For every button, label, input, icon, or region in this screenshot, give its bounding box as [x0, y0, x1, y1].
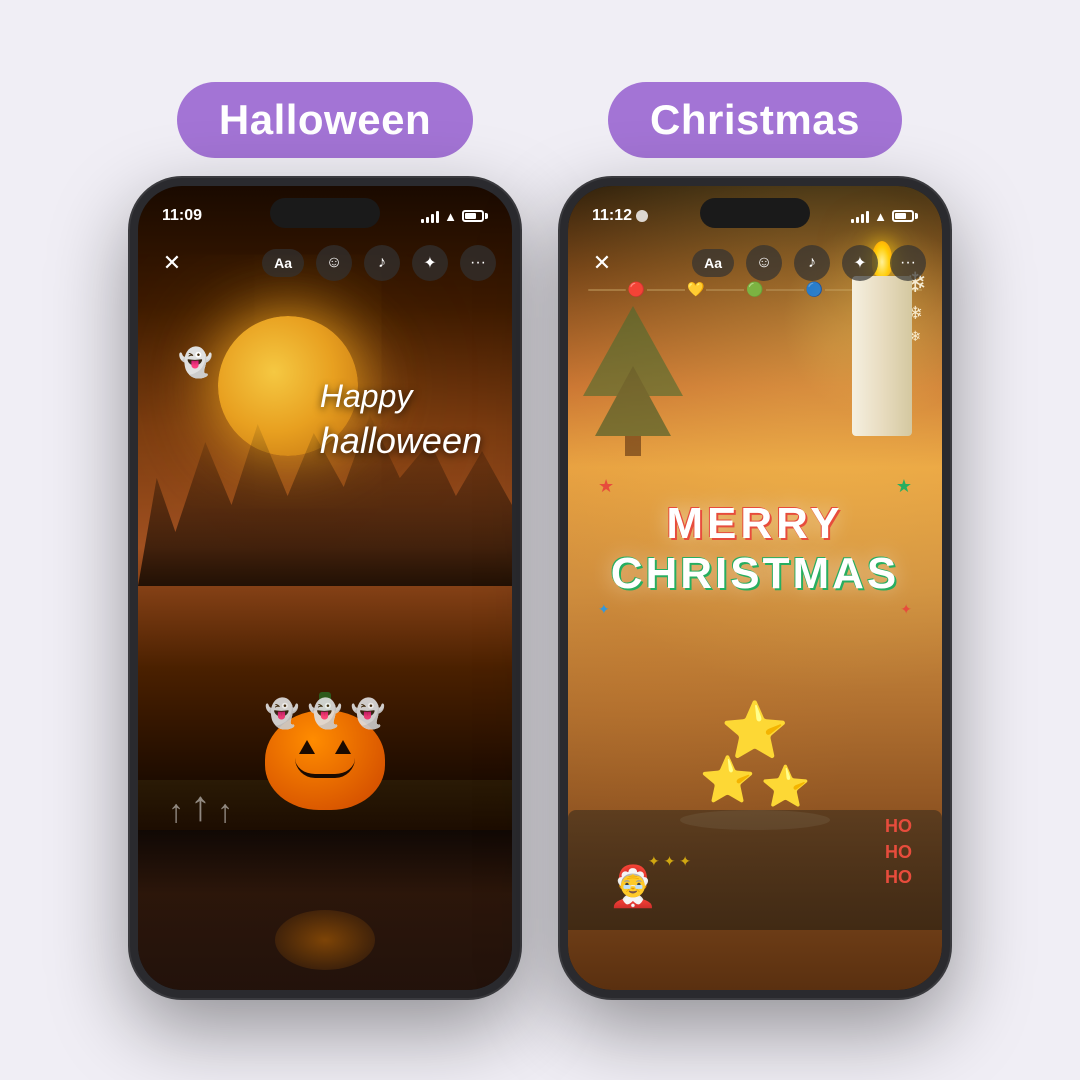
wifi-icon: ▲	[444, 209, 457, 224]
christmas-section: Christmas 🔴 💛	[560, 82, 950, 998]
silent-button	[130, 306, 133, 341]
halloween-close-btn[interactable]: ✕	[154, 245, 190, 281]
power-button	[517, 326, 520, 396]
christmas-time: 11:12	[592, 207, 632, 225]
christmas-toolbar: ✕ Aa ☺ ♪ ✦ ···	[568, 238, 942, 288]
halloween-screen: Happy halloween 👻 👻 👻 👻 ↑ ↑	[138, 186, 512, 990]
ghost-row: 👻 👻 👻	[265, 697, 386, 730]
arrow-2: ↑	[190, 782, 211, 830]
halloween-sparkle-btn[interactable]: ✦	[412, 245, 448, 281]
christmas-emoji-btn[interactable]: ☺	[746, 245, 782, 281]
pumpkin-reflection-glow	[275, 910, 375, 970]
pumpkin-face	[280, 740, 370, 778]
ghost-2: 👻	[308, 697, 343, 730]
pumpkin-eye-right	[335, 740, 351, 754]
christmas-volume-down-button	[560, 426, 563, 481]
plus-deco-left: ✦	[598, 601, 610, 618]
single-ghost-sticker: 👻	[178, 346, 213, 379]
plus-deco-right: ✦	[900, 601, 912, 618]
sparkles: ✦ ✦ ✦	[648, 853, 691, 870]
volume-up-button	[130, 356, 133, 411]
arrows-area: ↑ ↑ ↑	[168, 782, 233, 830]
pumpkin-eyes	[299, 740, 351, 754]
ghost-1: 👻	[265, 697, 300, 730]
halloween-time: 11:09	[162, 207, 202, 225]
christmas-status-icons: ▲	[851, 209, 918, 224]
halloween-more-btn[interactable]: ···	[460, 245, 496, 281]
halloween-music-btn[interactable]: ♪	[364, 245, 400, 281]
christmas-silent-button	[560, 306, 563, 341]
halloween-background: Happy halloween 👻 👻 👻 👻 ↑ ↑	[138, 186, 512, 990]
dot-indicator	[636, 210, 648, 222]
halloween-section: Halloween	[130, 82, 520, 998]
christmas-text-btn[interactable]: Aa	[692, 249, 734, 277]
christmas-close-btn[interactable]: ✕	[584, 245, 620, 281]
halloween-label: Halloween	[177, 82, 473, 158]
christmas-label: Christmas	[608, 82, 902, 158]
christmas-battery-icon	[892, 210, 918, 222]
christmas-dynamic-island	[700, 198, 810, 228]
christmas-background: 🔴 💛 🟢 🔵 🔴 ❄ ❄	[568, 186, 942, 990]
halloween-status-icons: ▲	[421, 209, 488, 224]
christmas-more-btn[interactable]: ···	[890, 245, 926, 281]
main-container: Halloween	[0, 52, 1080, 1028]
christmas-music-btn[interactable]: ♪	[794, 245, 830, 281]
halloween-overlay-text: Happy halloween	[320, 376, 482, 464]
pumpkin-eye-left	[299, 740, 315, 754]
halloween-phone: Happy halloween 👻 👻 👻 👻 ↑ ↑	[130, 178, 520, 998]
christmas-text: CHRISTMAS	[588, 549, 922, 599]
merry-text: MERRY	[588, 499, 922, 549]
pumpkin-mouth	[295, 758, 355, 778]
star-deco-right: ★	[896, 476, 912, 497]
christmas-volume-up-button	[560, 356, 563, 411]
santa-sticker: 🤶	[608, 863, 658, 910]
halloween-dynamic-island	[270, 198, 380, 228]
halloween-toolbar: ✕ Aa ☺ ♪ ✦ ···	[138, 238, 512, 288]
christmas-wifi-icon: ▲	[874, 209, 887, 224]
christmas-signal-icon	[851, 209, 869, 223]
christmas-phone: 🔴 💛 🟢 🔵 🔴 ❄ ❄	[560, 178, 950, 998]
battery-icon	[462, 210, 488, 222]
halloween-emoji-btn[interactable]: ☺	[316, 245, 352, 281]
ho-ho-text: HOHOHO	[885, 814, 912, 890]
volume-down-button	[130, 426, 133, 481]
pine-tree	[583, 306, 683, 456]
candle-body	[852, 276, 912, 436]
christmas-power-button	[947, 326, 950, 396]
christmas-sparkle-btn[interactable]: ✦	[842, 245, 878, 281]
merry-christmas-overlay: ★ ★ MERRY CHRISTMAS ✦ ✦	[588, 476, 922, 618]
christmas-screen: 🔴 💛 🟢 🔵 🔴 ❄ ❄	[568, 186, 942, 990]
star-deco-left: ★	[598, 476, 614, 497]
arrow-1: ↑	[168, 793, 184, 830]
ghost-3: 👻	[350, 697, 385, 730]
halloween-text-btn[interactable]: Aa	[262, 249, 304, 277]
arrow-3: ↑	[217, 793, 233, 830]
signal-icon	[421, 209, 439, 223]
